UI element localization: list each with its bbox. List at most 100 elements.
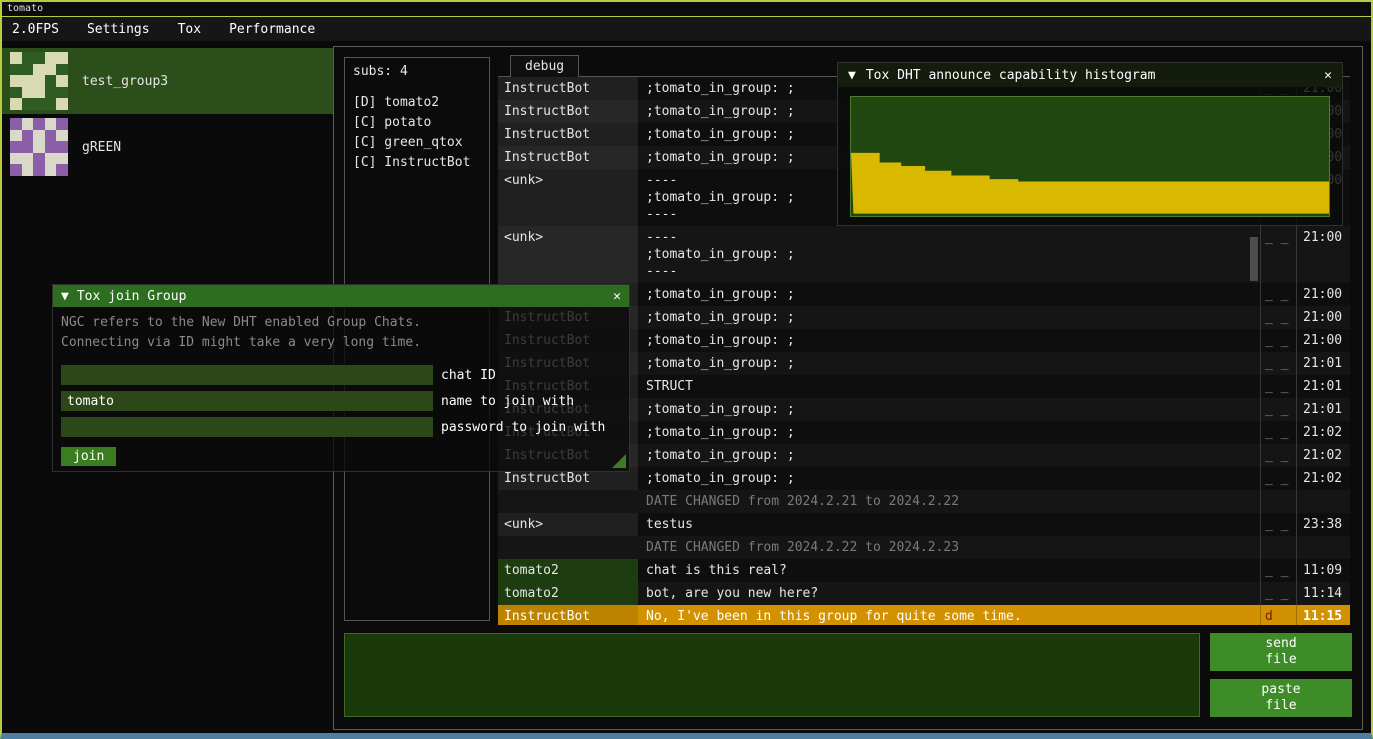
avatar-pixel bbox=[10, 164, 22, 176]
date-row: DATE CHANGED from 2024.2.22 to 2024.2.23 bbox=[498, 536, 1350, 559]
avatar-pixel bbox=[56, 118, 68, 130]
collapse-icon[interactable]: ▼ bbox=[61, 289, 69, 304]
resize-grip[interactable] bbox=[612, 454, 626, 468]
avatar-pixel bbox=[33, 64, 45, 76]
sub-item[interactable]: [C] InstructBot bbox=[353, 153, 481, 173]
message-text: ;tomato_in_group: ; bbox=[638, 421, 1260, 444]
message-checks: _ _ bbox=[1260, 582, 1296, 605]
message-checks: _ _ bbox=[1260, 375, 1296, 398]
avatar-pixel bbox=[22, 153, 34, 165]
window-title: tomato bbox=[7, 3, 43, 14]
avatar-pixel bbox=[45, 64, 57, 76]
message-time: 21:00 bbox=[1296, 283, 1350, 306]
message-text: ;tomato_in_group: ; bbox=[638, 283, 1260, 306]
collapse-icon[interactable]: ▼ bbox=[848, 68, 856, 83]
message-time: 11:15 bbox=[1296, 605, 1350, 625]
sender-name: tomato2 bbox=[498, 582, 638, 605]
avatar-pixel bbox=[45, 98, 57, 110]
dht-histogram-title: Tox DHT announce capability histogram bbox=[866, 68, 1156, 83]
message-text: ;tomato_in_group: ; bbox=[638, 329, 1260, 352]
message-time: 21:00 bbox=[1296, 306, 1350, 329]
date-spacer bbox=[498, 490, 638, 513]
dht-histogram-window: ▼ Tox DHT announce capability histogram … bbox=[837, 62, 1343, 226]
date-text: DATE CHANGED from 2024.2.22 to 2024.2.23 bbox=[638, 536, 1260, 559]
sender-name: <unk> bbox=[498, 513, 638, 536]
chat-row: <unk>---- ;tomato_in_group: ; ----_ _21:… bbox=[498, 226, 1350, 283]
message-text: ;tomato_in_group: ; bbox=[638, 306, 1260, 329]
paste-file-button[interactable]: paste file bbox=[1210, 679, 1352, 717]
menu-performance[interactable]: Performance bbox=[215, 17, 329, 41]
avatar-pixel bbox=[22, 130, 34, 142]
menu-bar: 2.0FPS Settings Tox Performance bbox=[2, 17, 1371, 41]
message-text: No, I've been in this group for quite so… bbox=[638, 605, 1260, 625]
join-group-title: Tox join Group bbox=[77, 289, 187, 304]
message-checks: _ _ bbox=[1260, 306, 1296, 329]
sub-item[interactable]: [C] green_qtox bbox=[353, 133, 481, 153]
message-text: ;tomato_in_group: ; bbox=[638, 352, 1260, 375]
group-avatar bbox=[10, 52, 68, 110]
avatar-pixel bbox=[33, 87, 45, 99]
join-name-input[interactable] bbox=[61, 391, 433, 411]
subs-count: subs: 4 bbox=[353, 64, 481, 79]
message-text: ;tomato_in_group: ; bbox=[638, 467, 1260, 490]
join-password-label: password to join with bbox=[441, 420, 605, 435]
avatar-pixel bbox=[45, 164, 57, 176]
close-icon[interactable]: ✕ bbox=[1324, 68, 1332, 83]
menu-tox[interactable]: Tox bbox=[164, 17, 215, 41]
message-time bbox=[1296, 490, 1350, 513]
dht-histogram-titlebar[interactable]: ▼ Tox DHT announce capability histogram … bbox=[838, 63, 1342, 87]
close-icon[interactable]: ✕ bbox=[613, 289, 621, 304]
send-file-button[interactable]: send file bbox=[1210, 633, 1352, 671]
message-checks bbox=[1260, 490, 1296, 513]
avatar-pixel bbox=[56, 75, 68, 87]
sub-item[interactable]: [C] potato bbox=[353, 113, 481, 133]
group-name: test_group3 bbox=[82, 74, 168, 89]
message-time: 21:02 bbox=[1296, 467, 1350, 490]
window-titlebar: tomato bbox=[2, 2, 1371, 17]
group-avatar bbox=[10, 118, 68, 176]
date-text: DATE CHANGED from 2024.2.21 to 2024.2.22 bbox=[638, 490, 1260, 513]
message-text: ---- ;tomato_in_group: ; ---- bbox=[638, 226, 1260, 283]
avatar-pixel bbox=[10, 64, 22, 76]
join-button[interactable]: join bbox=[61, 447, 116, 466]
message-text: testus bbox=[638, 513, 1260, 536]
join-password-input[interactable] bbox=[61, 417, 433, 437]
group-name: gREEN bbox=[82, 140, 121, 155]
message-checks: _ _ bbox=[1260, 467, 1296, 490]
message-time: 21:01 bbox=[1296, 352, 1350, 375]
menu-settings[interactable]: Settings bbox=[73, 17, 164, 41]
join-group-window: ▼ Tox join Group ✕ NGC refers to the New… bbox=[52, 284, 630, 472]
sender-name: InstructBot bbox=[498, 100, 638, 123]
avatar-pixel bbox=[45, 153, 57, 165]
subs-list: [D] tomato2[C] potato[C] green_qtox[C] I… bbox=[353, 93, 481, 173]
fps-counter: 2.0FPS bbox=[2, 22, 73, 37]
avatar-pixel bbox=[22, 64, 34, 76]
chat-row: InstructBotNo, I've been in this group f… bbox=[498, 605, 1350, 625]
message-text: ;tomato_in_group: ; bbox=[638, 444, 1260, 467]
sub-item[interactable]: [D] tomato2 bbox=[353, 93, 481, 113]
avatar-pixel bbox=[33, 75, 45, 87]
message-time: 21:02 bbox=[1296, 421, 1350, 444]
avatar-pixel bbox=[45, 141, 57, 153]
group-item[interactable]: test_group3 bbox=[2, 48, 333, 114]
tab-debug[interactable]: debug bbox=[510, 55, 579, 77]
chat-id-input[interactable] bbox=[61, 365, 433, 385]
avatar-pixel bbox=[56, 141, 68, 153]
message-input[interactable] bbox=[344, 633, 1200, 717]
sender-name: <unk> bbox=[498, 169, 638, 226]
message-checks: _ _ bbox=[1260, 513, 1296, 536]
sender-name: tomato2 bbox=[498, 559, 638, 582]
join-group-titlebar[interactable]: ▼ Tox join Group ✕ bbox=[53, 285, 629, 307]
message-text: STRUCT bbox=[638, 375, 1260, 398]
avatar-pixel bbox=[56, 153, 68, 165]
scrollbar-thumb[interactable] bbox=[1250, 237, 1258, 281]
avatar-pixel bbox=[10, 98, 22, 110]
message-checks: d bbox=[1260, 605, 1296, 625]
join-name-row: name to join with bbox=[61, 391, 621, 411]
message-time: 21:00 bbox=[1296, 226, 1350, 283]
avatar-pixel bbox=[10, 87, 22, 99]
message-time: 21:01 bbox=[1296, 375, 1350, 398]
avatar-pixel bbox=[33, 130, 45, 142]
avatar-pixel bbox=[10, 75, 22, 87]
group-item[interactable]: gREEN bbox=[2, 114, 333, 180]
